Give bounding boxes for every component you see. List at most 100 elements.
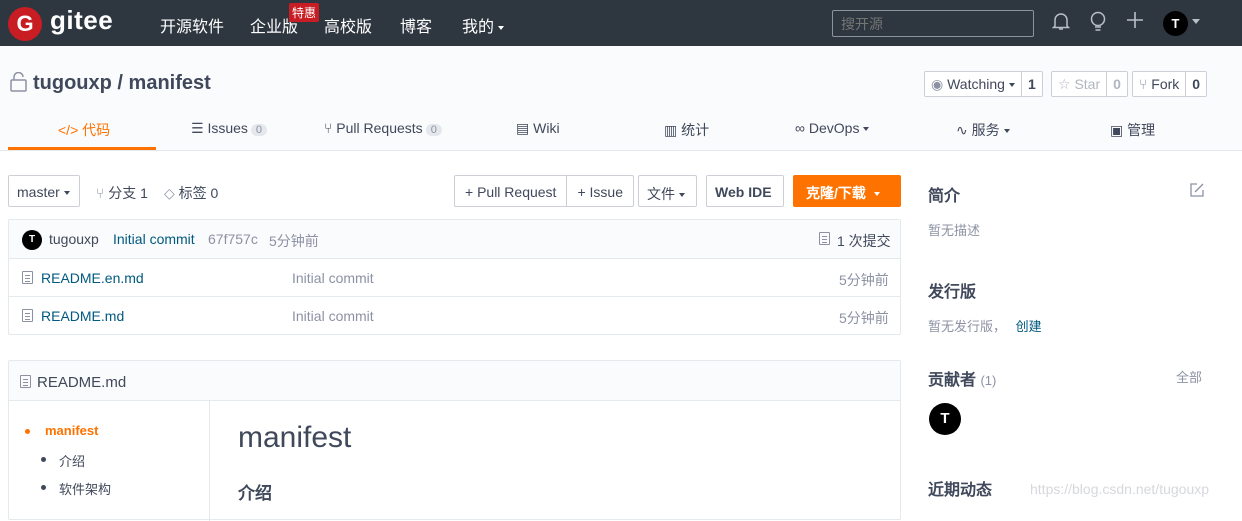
commit-author[interactable]: tugouxp [49, 231, 99, 247]
tab-wiki[interactable]: ▤ Wiki [516, 120, 560, 137]
user-avatar[interactable]: T [1163, 11, 1188, 36]
watermark: https://blog.csdn.net/tugouxp [1030, 481, 1210, 497]
star-label[interactable]: ☆ Star [1052, 72, 1108, 96]
new-pull-request-button[interactable]: + Pull Request [455, 176, 568, 206]
nav-mine[interactable]: 我的 [462, 13, 505, 37]
bell-icon[interactable] [1051, 11, 1071, 37]
nav-university[interactable]: 高校版 [324, 13, 372, 37]
file-icon [22, 309, 33, 322]
fork-text: Fork [1151, 76, 1180, 92]
pull-request-icon: ⑂ [324, 120, 333, 136]
nav-mine-label: 我的 [462, 19, 495, 36]
issues-icon: ☰ [191, 120, 204, 136]
watch-count[interactable]: 1 [1022, 72, 1042, 96]
chevron-down-icon [1008, 83, 1015, 88]
file-time: 5分钟前 [839, 272, 889, 288]
tags-link[interactable]: ◇ 标签 0 [164, 183, 218, 203]
branches-label: 分支 1 [108, 185, 148, 201]
readme-header: README.md [9, 361, 900, 401]
tab-issues[interactable]: ☰ Issues 0 [191, 120, 268, 137]
chevron-down-icon[interactable] [1192, 19, 1200, 24]
release-empty-text: 暂无发行版， [928, 319, 1007, 334]
tab-manage-label: 管理 [1127, 122, 1156, 138]
file-icon [20, 375, 31, 388]
table-row[interactable]: README.en.md Initial commit 5分钟前 [9, 259, 900, 297]
sidebar-intro-title: 简介 [928, 188, 961, 205]
new-issue-button[interactable]: + Issue [567, 176, 633, 206]
file-time: 5分钟前 [839, 310, 889, 326]
tab-stats[interactable]: ▥ 统计 [664, 120, 709, 140]
star-text: Star [1074, 76, 1101, 92]
chevron-down-icon [863, 127, 870, 132]
file-commit-message[interactable]: Initial commit [292, 308, 374, 324]
tab-code[interactable]: </> 代码 [58, 120, 110, 140]
commit-message[interactable]: Initial commit [113, 231, 195, 247]
file-name[interactable]: README.md [41, 308, 124, 324]
tab-manage[interactable]: ▣ 管理 [1110, 120, 1155, 140]
file-commit-message[interactable]: Initial commit [292, 270, 374, 286]
tab-stats-label: 统计 [681, 122, 710, 138]
sidebar-intro-text: 暂无描述 [928, 223, 981, 238]
gitee-logo-icon[interactable]: G [8, 7, 42, 41]
watch-label[interactable]: ◉ Watching [925, 72, 1022, 96]
tab-code-label: 代码 [82, 122, 111, 138]
last-commit-row: T tugouxp Initial commit 67f757c 5分钟前 1 … [9, 220, 900, 259]
sidebar-release-row: 暂无发行版， 创建 [928, 316, 1042, 335]
contrib-count: (1) [980, 373, 997, 388]
commit-count[interactable]: 1 次提交 [837, 231, 891, 251]
chevron-down-icon [63, 191, 70, 196]
files-dropdown[interactable]: 文件 [638, 175, 697, 207]
chevron-down-icon [873, 192, 880, 197]
service-icon: ∿ [956, 122, 968, 138]
fork-icon: ⑂ [1139, 76, 1148, 92]
readme-filename: README.md [37, 374, 127, 391]
tab-service-label: 服务 [971, 122, 1000, 138]
web-ide-button[interactable]: Web IDE [706, 175, 784, 207]
clone-label: 克隆/下载 [806, 185, 866, 201]
issues-count-badge: 0 [250, 124, 268, 136]
tab-devops[interactable]: ∞ DevOps [795, 120, 870, 136]
tab-pull-requests[interactable]: ⑂ Pull Requests 0 [324, 120, 442, 136]
commit-time: 5分钟前 [269, 233, 319, 249]
lightbulb-icon[interactable] [1089, 11, 1107, 39]
star-icon: ☆ [1058, 76, 1071, 92]
plus-icon[interactable] [1126, 11, 1144, 35]
commit-hash[interactable]: 67f757c [208, 231, 258, 247]
watch-button[interactable]: ◉ Watching 1 [924, 71, 1043, 97]
nav-blog[interactable]: 博客 [400, 13, 432, 37]
brand-name[interactable]: gitee [50, 5, 113, 36]
readme-panel: README.md manifest 介绍 软件架构 manifest 介绍 [8, 360, 901, 521]
tab-service[interactable]: ∿ 服务 [956, 120, 1010, 140]
commit-author-avatar[interactable]: T [22, 230, 42, 250]
tab-issues-label: Issues [207, 120, 248, 136]
branch-name: master [17, 184, 60, 200]
contributor-avatar[interactable]: T [929, 403, 961, 435]
star-count[interactable]: 0 [1107, 72, 1127, 96]
fork-button[interactable]: ⑂ Fork 0 [1132, 71, 1208, 97]
sidebar-activity-title: 近期动态 [928, 482, 993, 499]
star-button[interactable]: ☆ Star 0 [1051, 71, 1128, 97]
fork-label[interactable]: ⑂ Fork [1133, 72, 1187, 96]
toc-item-manifest[interactable]: manifest [45, 423, 98, 438]
tab-pull-requests-label: Pull Requests [336, 120, 423, 136]
tab-wiki-label: Wiki [533, 120, 560, 136]
toc-item-architecture[interactable]: 软件架构 [59, 479, 111, 498]
branches-link[interactable]: ⑂ 分支 1 [96, 183, 148, 203]
fork-count[interactable]: 0 [1186, 72, 1206, 96]
lock-icon [10, 71, 27, 92]
clone-download-button[interactable]: 克隆/下载 [793, 175, 901, 207]
nav-open-source[interactable]: 开源软件 [160, 13, 224, 37]
edit-icon[interactable] [1189, 182, 1205, 201]
repo-title[interactable]: tugouxp / manifest [33, 72, 211, 95]
create-release-link[interactable]: 创建 [1016, 319, 1042, 334]
table-row[interactable]: README.md Initial commit 5分钟前 [9, 297, 900, 335]
branch-select[interactable]: master [8, 175, 80, 207]
bullet-icon [41, 485, 46, 490]
toc-item-intro[interactable]: 介绍 [59, 451, 85, 470]
stats-icon: ▥ [664, 122, 678, 138]
file-name[interactable]: README.en.md [41, 270, 144, 286]
chevron-down-icon [498, 25, 505, 30]
pr-count-badge: 0 [425, 124, 442, 136]
search-input[interactable] [832, 10, 1034, 37]
contrib-all-link[interactable]: 全部 [1176, 367, 1202, 386]
